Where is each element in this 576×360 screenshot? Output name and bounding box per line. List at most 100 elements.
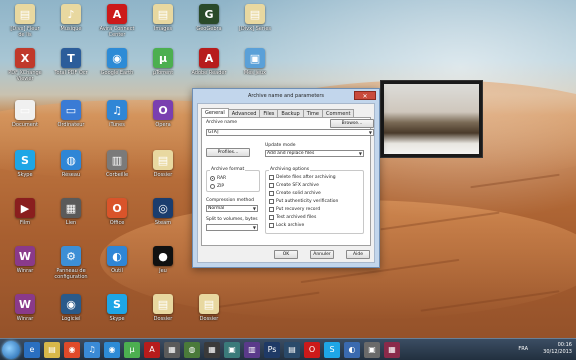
compression-select[interactable]: Normal ▼: [206, 205, 258, 212]
desktop-icon[interactable]: A Adobe Reader: [186, 48, 232, 76]
desktop-icon[interactable]: ▤ Dossier: [140, 150, 186, 178]
chevron-down-icon: ▼: [252, 225, 256, 230]
system-clock[interactable]: 00:16 30/12/2013: [543, 342, 572, 356]
desktop-icon[interactable]: ◉ Google Earth: [94, 48, 140, 76]
desktop-icon[interactable]: ● Jeu: [140, 246, 186, 274]
app-icon: ◉: [61, 294, 81, 314]
desktop-icon-label: Dossier: [199, 316, 219, 322]
tab-time[interactable]: Time: [302, 109, 323, 117]
taskbar-app-icon[interactable]: e: [24, 342, 40, 358]
app-icon: ▣: [245, 48, 265, 68]
desktop-icon[interactable]: µ µTorrent: [140, 48, 186, 76]
desktop-icon[interactable]: S Skype: [94, 294, 140, 322]
desktop-icon-label: Lien: [65, 220, 77, 226]
desktop-icon[interactable]: G GeoGebra: [186, 4, 232, 32]
desktop-icon[interactable]: O Office: [94, 198, 140, 226]
split-volumes-field[interactable]: ▼: [206, 224, 258, 231]
app-icon: ▤: [199, 294, 219, 314]
desktop-icon[interactable]: ▭ Ordinateur: [48, 100, 94, 128]
close-button[interactable]: ✕: [354, 91, 376, 100]
profiles-button[interactable]: Profiles...: [206, 148, 250, 157]
desktop-icon[interactable]: ▦ Lien: [48, 198, 94, 226]
desktop-icon[interactable]: O Opera: [140, 100, 186, 128]
browse-button[interactable]: Browse...: [330, 119, 374, 128]
language-indicator[interactable]: FRA: [518, 346, 528, 352]
help-button[interactable]: Aide: [346, 250, 370, 259]
taskbar-app-icon[interactable]: ▤: [284, 342, 300, 358]
start-button[interactable]: [2, 341, 20, 359]
desktop-icon[interactable]: ◎ Steam: [140, 198, 186, 226]
desktop-icon[interactable]: ▤ Dossier: [140, 294, 186, 322]
taskbar-app-icon[interactable]: µ: [124, 342, 140, 358]
option-create-solid[interactable]: Create solid archive: [269, 191, 321, 196]
desktop-icon[interactable]: ▥ Corbeille: [94, 150, 140, 178]
ok-button[interactable]: OK: [274, 250, 298, 259]
desktop-icon[interactable]: ◍ Réseau: [48, 150, 94, 178]
desktop-icon-label: iTunes: [109, 122, 125, 128]
desktop-icon[interactable]: ▶ Film: [2, 198, 48, 226]
desktop-icon[interactable]: ▤ [Divx] Fleur de lis: [2, 4, 48, 38]
option-authenticity[interactable]: Put authenticity verification: [269, 199, 338, 204]
option-delete-files[interactable]: Delete files after archiving: [269, 175, 336, 180]
taskbar-app-icon[interactable]: Ps: [264, 342, 280, 358]
taskbar-app-icon[interactable]: ♫: [84, 342, 100, 358]
taskbar-app-icon[interactable]: ▤: [44, 342, 60, 358]
desktop-icon-label: Skype: [109, 316, 125, 322]
desktop-icon[interactable]: W Winrar: [2, 246, 48, 274]
archive-name-field[interactable]: GTA] ▼: [206, 129, 374, 136]
desktop-icon[interactable]: W Winrar: [2, 294, 48, 322]
taskbar-app-icon[interactable]: O: [304, 342, 320, 358]
desktop-icon[interactable]: ◐ Outil: [94, 246, 140, 274]
desktop-icon[interactable]: ▤ Dossier: [186, 294, 232, 322]
app-icon: S: [107, 294, 127, 314]
clock-time: 00:16: [557, 342, 572, 348]
option-recovery-record[interactable]: Put recovery record: [269, 207, 320, 212]
taskbar-app-icon[interactable]: ◍: [184, 342, 200, 358]
taskbar-app-icon[interactable]: ◉: [64, 342, 80, 358]
taskbar-app-icon[interactable]: ▥: [244, 342, 260, 358]
option-label: Lock archive: [276, 223, 305, 228]
taskbar-app-icon[interactable]: A: [144, 342, 160, 358]
desktop-icon[interactable]: ▤ [Divx] Series: [232, 4, 278, 32]
desktop-icon[interactable]: ♫ iTunes: [94, 100, 140, 128]
format-zip-option[interactable]: ZIP: [210, 184, 224, 189]
desktop-icon-label: Steam: [154, 220, 172, 226]
desktop-icon[interactable]: X PDF XChange Viewer: [2, 48, 48, 82]
cancel-button[interactable]: Annuler: [310, 250, 334, 259]
desktop-icon-label: Jeu: [159, 268, 167, 274]
option-create-sfx[interactable]: Create SFX archive: [269, 183, 319, 188]
taskbar-app-icon[interactable]: ◐: [344, 342, 360, 358]
taskbar-app-icon[interactable]: ▣: [364, 342, 380, 358]
desktop-icon[interactable]: ▣ Mes jeux: [232, 48, 278, 76]
checkbox: [269, 223, 274, 228]
desktop-icon[interactable]: ▤ Images: [140, 4, 186, 32]
desktop-icon[interactable]: ♪ Musique: [48, 4, 94, 32]
taskbar-app-icon[interactable]: S: [324, 342, 340, 358]
format-rar-option[interactable]: RAR: [210, 176, 226, 181]
dialog-title: Archive name and parameters: [247, 93, 325, 99]
tab-general[interactable]: General: [201, 108, 229, 117]
desktop-icon[interactable]: A Avira Connect Center: [94, 4, 140, 38]
desktop-icon[interactable]: T Total PDF Ocr: [48, 48, 94, 76]
taskbar-app-icon[interactable]: ◉: [104, 342, 120, 358]
taskbar-app-icon[interactable]: ▦: [384, 342, 400, 358]
taskbar-app-icon[interactable]: ▦: [164, 342, 180, 358]
update-mode-select[interactable]: Add and replace files ▼: [265, 150, 364, 157]
option-test-files[interactable]: Test archived files: [269, 215, 316, 220]
checkbox: [269, 207, 274, 212]
video-preview-window[interactable]: [380, 80, 483, 158]
tab-backup[interactable]: Backup: [277, 109, 304, 117]
desktop-icon[interactable]: ▭ Document: [2, 100, 48, 128]
taskbar-app-icon[interactable]: ▦: [204, 342, 220, 358]
app-icon: ▤: [153, 4, 173, 24]
dialog-titlebar[interactable]: Archive name and parameters ✕: [193, 89, 379, 103]
app-icon: X: [15, 48, 35, 68]
desktop-icon[interactable]: ⚙ Panneau de configuration: [48, 246, 94, 280]
desktop-icon[interactable]: ◉ Logiciel: [48, 294, 94, 322]
tab-comment[interactable]: Comment: [321, 109, 355, 117]
taskbar-app-icon[interactable]: ▣: [224, 342, 240, 358]
tab-advanced[interactable]: Advanced: [227, 109, 261, 117]
tab-files[interactable]: Files: [259, 109, 279, 117]
option-lock-archive[interactable]: Lock archive: [269, 223, 304, 228]
desktop-icon[interactable]: S Skype: [2, 150, 48, 178]
